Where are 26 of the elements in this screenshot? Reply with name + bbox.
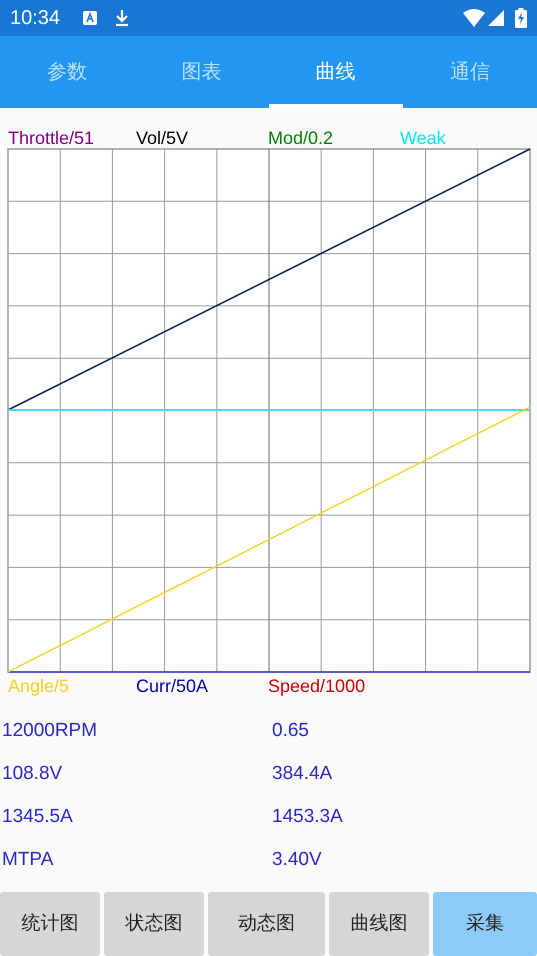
battery-icon [515, 8, 527, 28]
bottom-button[interactable]: 状态图 [104, 892, 204, 956]
reading-value: 384.4A [272, 762, 332, 786]
signal-icon [487, 9, 505, 27]
bottom-button[interactable]: 曲线图 [329, 892, 429, 956]
bottom-button[interactable]: 动态图 [208, 892, 325, 956]
legend-label: Weak [400, 129, 447, 147]
reading-value: MTPA [2, 848, 54, 872]
wifi-icon [463, 9, 485, 27]
reading-value: 1453.3A [272, 804, 343, 829]
legend-label: Vol/5V [136, 129, 190, 147]
keyboard-icon [82, 10, 98, 26]
reading-value: 108.8V [2, 762, 64, 786]
reading-value: 0.65 [272, 718, 309, 743]
bottom-button[interactable]: 统计图 [0, 892, 100, 956]
legend-label: Angle/5 [8, 677, 70, 695]
legend-label: Speed/1000 [268, 677, 366, 695]
legend-label: Curr/50A [136, 677, 210, 695]
bottom-button[interactable]: 采集 [433, 892, 537, 956]
download-icon [114, 9, 130, 27]
clock: 10:34 [10, 6, 60, 31]
reading-value: 1345.5A [2, 804, 74, 829]
legend-label: Mod/0.2 [268, 129, 334, 147]
reading-value: 12000RPM [2, 718, 98, 743]
reading-value: 3.40V [272, 848, 322, 872]
legend-label: Throttle/51 [8, 129, 96, 147]
